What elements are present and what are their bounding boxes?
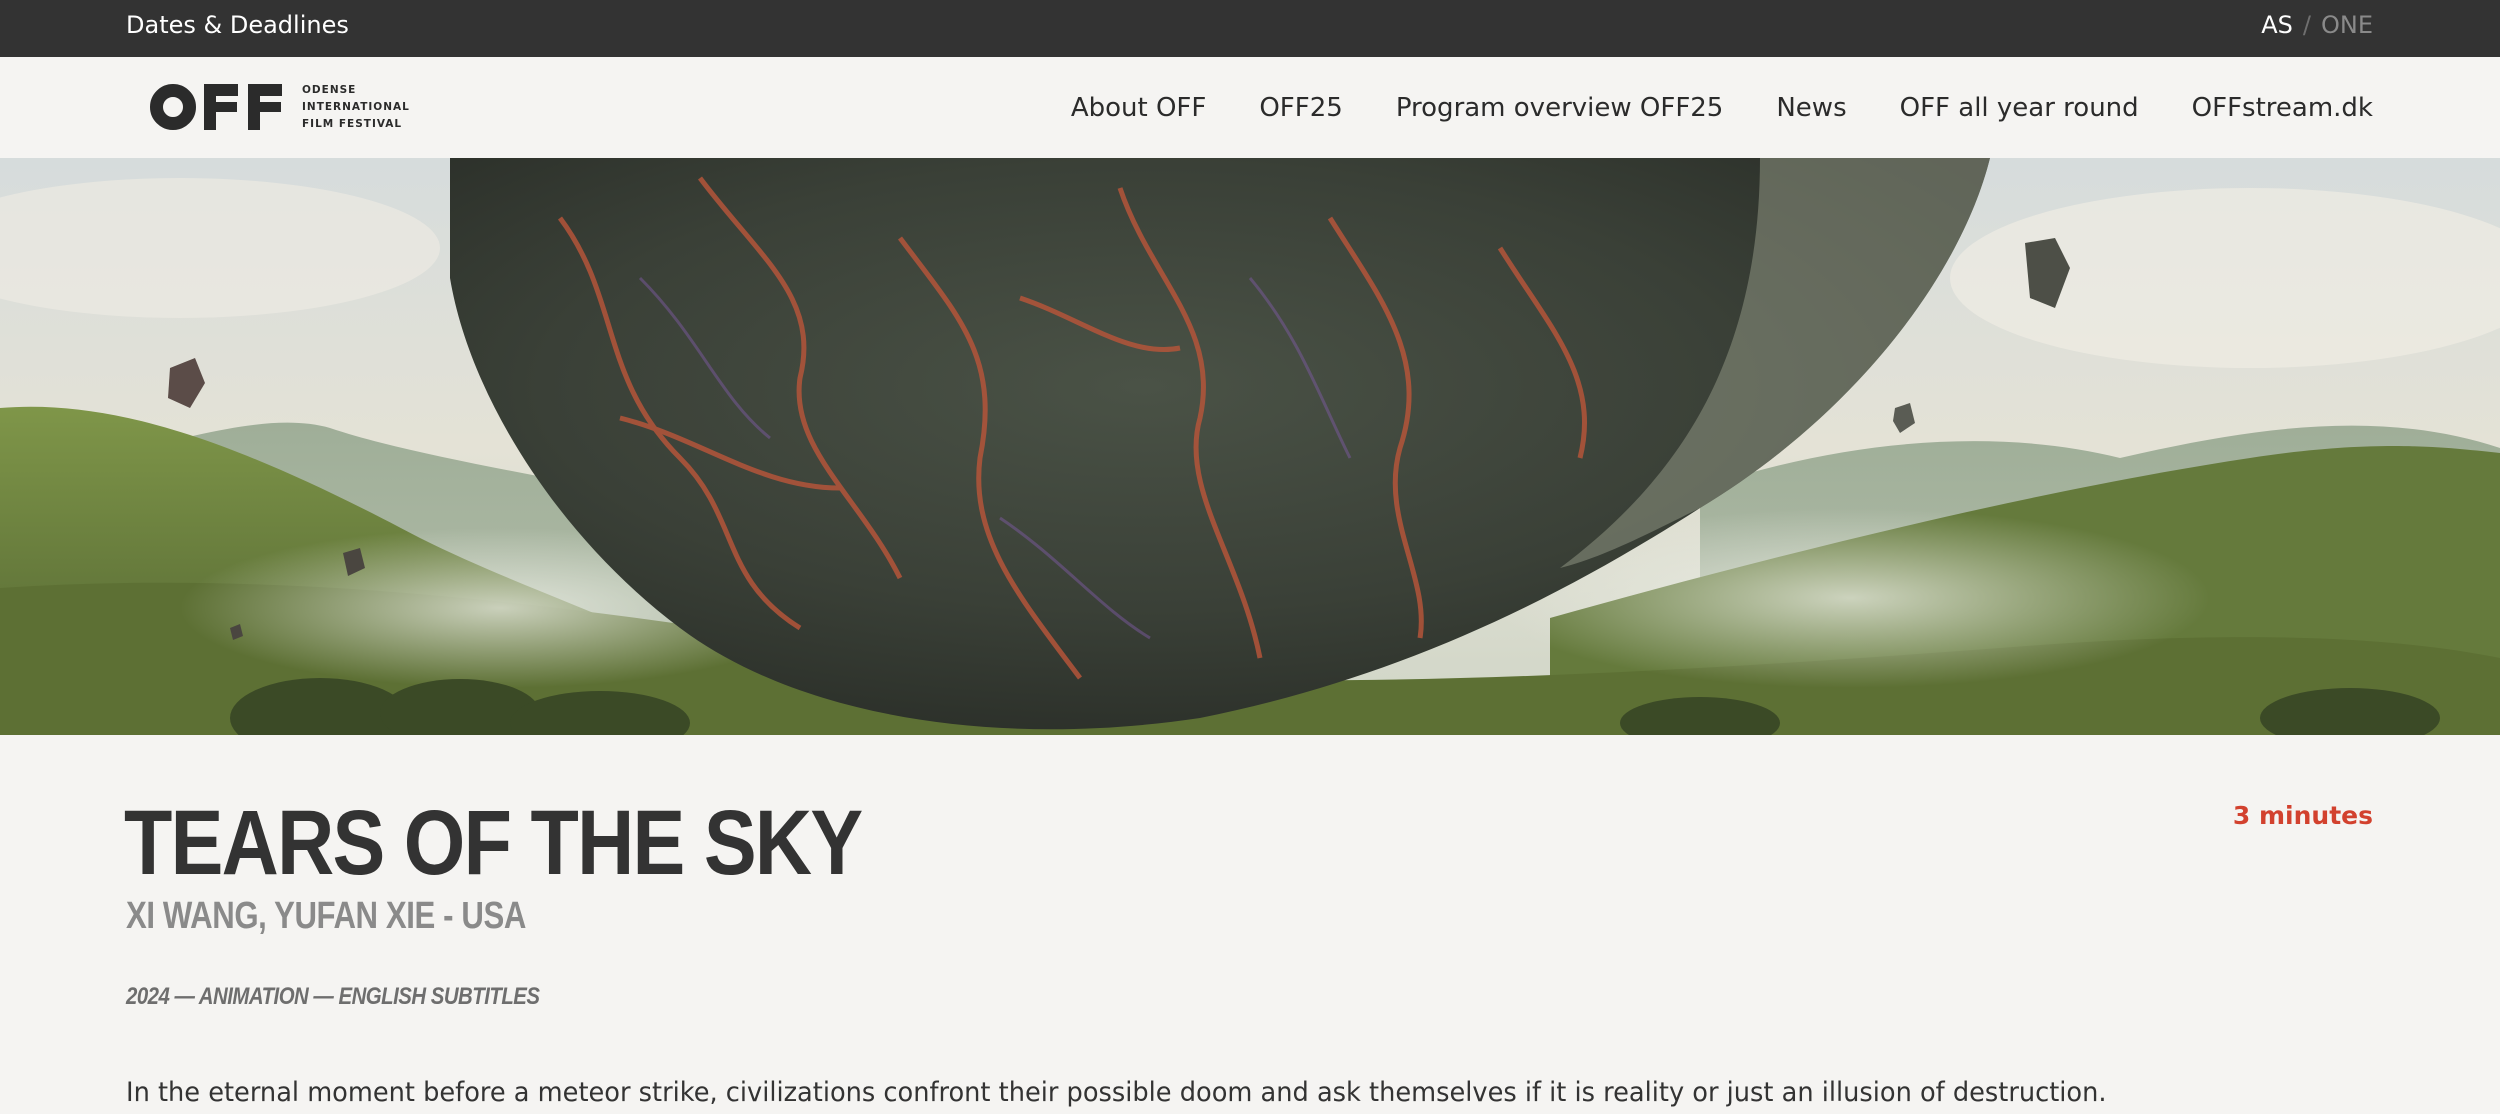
utility-bar: Dates & Deadlines AS / ONE bbox=[0, 0, 2500, 57]
festival-logo[interactable]: ODENSE INTERNATIONAL FILM FESTIVAL bbox=[150, 83, 410, 131]
film-director-country: XI WANG, YUFAN XIE - USA bbox=[126, 895, 526, 937]
nav-item-news[interactable]: News bbox=[1776, 93, 1846, 123]
logo-o-shape bbox=[150, 84, 196, 130]
language-separator: / bbox=[2302, 11, 2311, 39]
film-title: TEARS OF THE SKY bbox=[124, 792, 863, 894]
logo-mark bbox=[150, 84, 292, 130]
film-detail: TEARS OF THE SKY XI WANG, YUFAN XIE - US… bbox=[0, 735, 2500, 1114]
language-option-inactive[interactable]: ONE bbox=[2321, 0, 2373, 57]
logo-line-3: FILM FESTIVAL bbox=[302, 117, 403, 130]
hero-film-still bbox=[0, 158, 2500, 735]
logo-wordmark: ODENSE INTERNATIONAL FILM FESTIVAL bbox=[302, 82, 410, 133]
logo-f-shape bbox=[204, 84, 238, 130]
hero-illustration bbox=[0, 158, 2500, 735]
nav-item-program-overview[interactable]: Program overview OFF25 bbox=[1396, 93, 1724, 123]
film-duration: 3 minutes bbox=[2232, 801, 2373, 830]
nav-item-offstream[interactable]: OFFstream.dk bbox=[2192, 93, 2373, 123]
language-switcher: AS / ONE bbox=[2261, 0, 2373, 57]
logo-f-shape bbox=[248, 84, 282, 130]
logo-line-1: ODENSE bbox=[302, 83, 357, 96]
site-header: ODENSE INTERNATIONAL FILM FESTIVAL About… bbox=[0, 57, 2500, 158]
language-option-active[interactable]: AS bbox=[2261, 0, 2293, 57]
nav-item-about-off[interactable]: About OFF bbox=[1071, 93, 1207, 123]
dates-deadlines-link[interactable]: Dates & Deadlines bbox=[126, 0, 349, 57]
main-nav: About OFF OFF25 Program overview OFF25 N… bbox=[1071, 57, 2373, 158]
logo-line-2: INTERNATIONAL bbox=[302, 100, 410, 113]
film-description: In the eternal moment before a meteor st… bbox=[126, 1077, 2107, 1108]
film-meta: 2024 — ANIMATION — ENGLISH SUBTITLES bbox=[126, 983, 540, 1010]
nav-item-off-all-year[interactable]: OFF all year round bbox=[1900, 93, 2139, 123]
nav-item-off25[interactable]: OFF25 bbox=[1259, 93, 1342, 123]
